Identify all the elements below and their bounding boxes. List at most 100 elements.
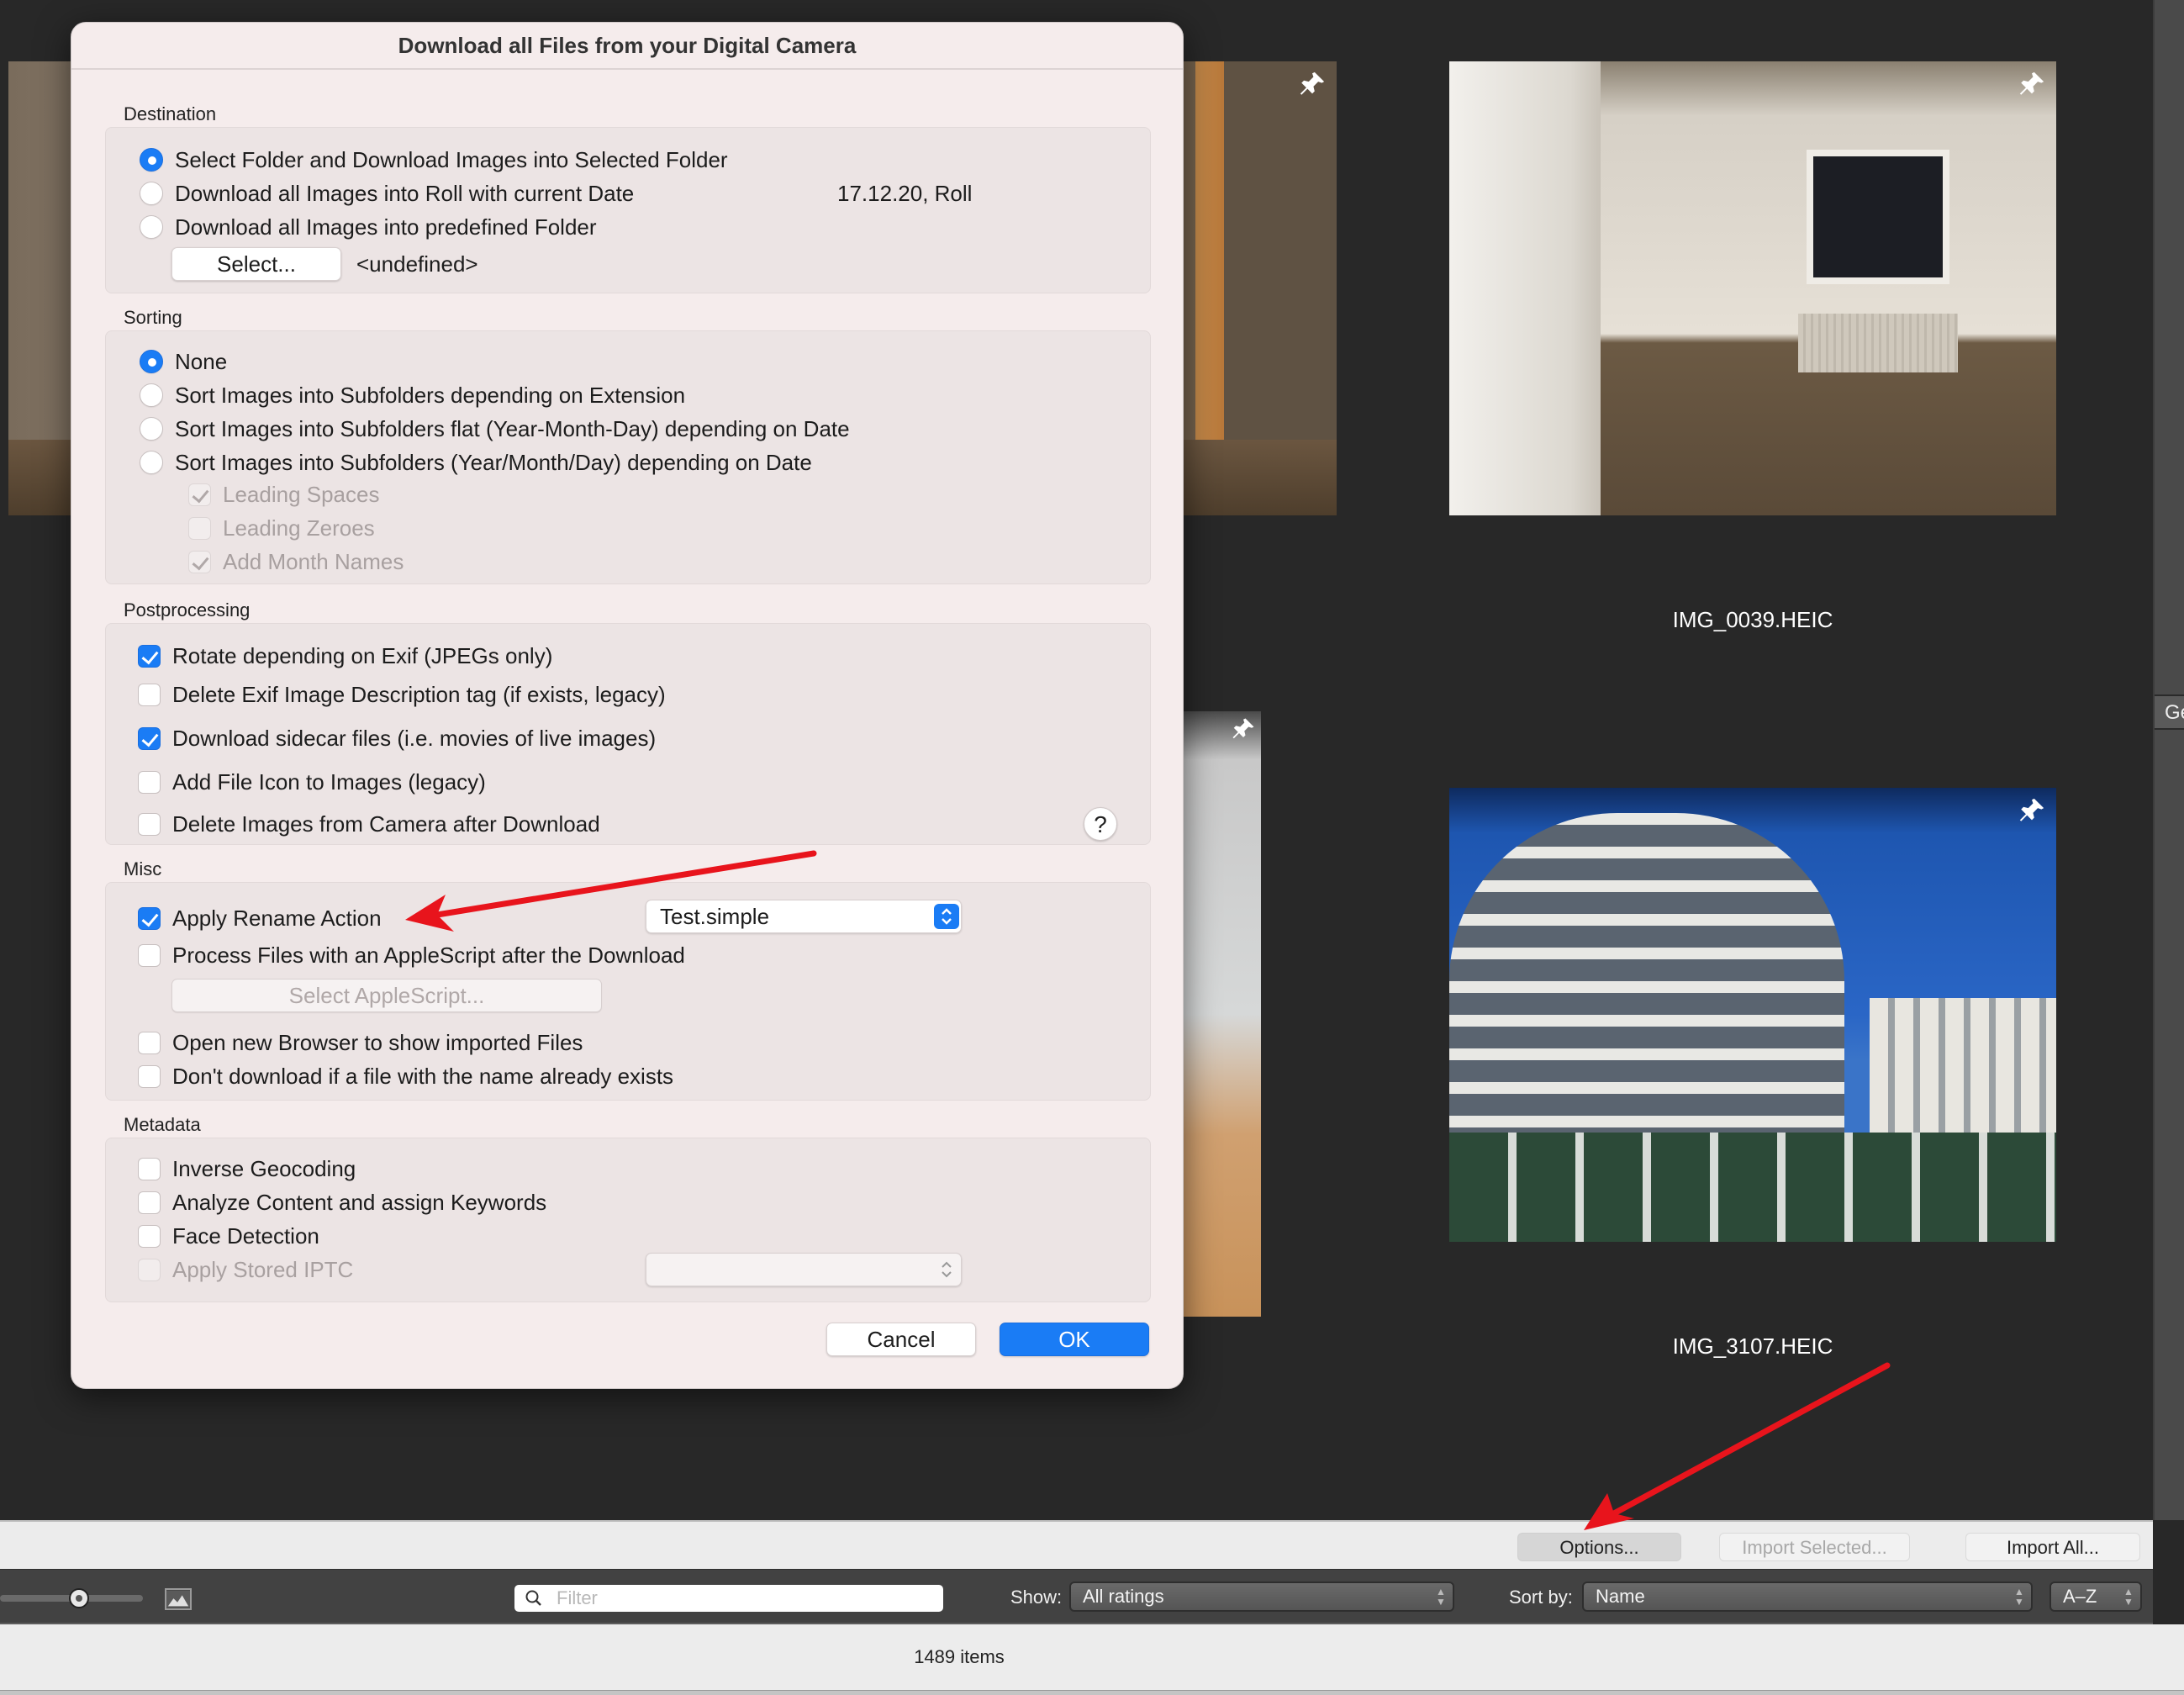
radio-sort-none[interactable]: None: [140, 346, 227, 377]
large-photo-icon[interactable]: [165, 1588, 192, 1610]
iptc-popup[interactable]: [646, 1253, 962, 1286]
radio-destination-roll[interactable]: Download all Images into Roll with curre…: [140, 178, 634, 209]
radio-button[interactable]: [140, 350, 163, 373]
checkbox[interactable]: [138, 812, 161, 836]
checkbox-label: Add File Icon to Images (legacy): [172, 768, 486, 795]
section-label-postprocessing: Postprocessing: [124, 599, 251, 620]
pin-icon[interactable]: [1231, 716, 1256, 742]
checkbox-process-applescript[interactable]: Process Files with an AppleScript after …: [138, 940, 685, 970]
sort-by-value: Name: [1596, 1586, 1645, 1607]
radio-button[interactable]: [140, 215, 163, 239]
metadata-group: Inverse Geocoding Analyze Content and as…: [105, 1138, 1151, 1302]
checkbox[interactable]: [138, 1224, 161, 1248]
select-applescript-button[interactable]: Select AppleScript...: [171, 979, 602, 1012]
checkbox[interactable]: [138, 683, 161, 706]
side-panel-tab[interactable]: Ge: [2155, 694, 2184, 730]
checkbox-delete-from-camera[interactable]: Delete Images from Camera after Download: [138, 809, 600, 839]
checkbox-skip-existing[interactable]: Don't download if a file with the name a…: [138, 1061, 673, 1091]
options-button[interactable]: Options...: [1517, 1533, 1681, 1561]
checkbox-face-detection[interactable]: Face Detection: [138, 1221, 319, 1251]
checkbox[interactable]: [138, 726, 161, 750]
checkbox-leading-zeroes[interactable]: Leading Zeroes: [188, 513, 375, 543]
checkbox-label: Inverse Geocoding: [172, 1155, 356, 1181]
checkbox-leading-spaces[interactable]: Leading Spaces: [188, 479, 379, 510]
checkbox-rotate-exif[interactable]: Rotate depending on Exif (JPEGs only): [138, 641, 552, 671]
checkbox[interactable]: [138, 1064, 161, 1088]
checkbox[interactable]: [138, 1157, 161, 1180]
radio-sort-flat-date[interactable]: Sort Images into Subfolders flat (Year-M…: [140, 414, 850, 444]
checkbox[interactable]: [188, 483, 211, 506]
checkbox-label: Process Files with an AppleScript after …: [172, 942, 685, 968]
checkbox-delete-exif-description[interactable]: Delete Exif Image Description tag (if ex…: [138, 679, 666, 710]
dialog-title: Download all Files from your Digital Cam…: [71, 23, 1183, 70]
pin-icon[interactable]: [2018, 796, 2046, 825]
filter-input[interactable]: [557, 1585, 926, 1612]
right-side-panel: Ge: [2153, 0, 2184, 1520]
section-label-misc: Misc: [124, 858, 162, 879]
radio-destination-select-folder[interactable]: Select Folder and Download Images into S…: [140, 145, 728, 175]
checkbox-inverse-geocoding[interactable]: Inverse Geocoding: [138, 1154, 356, 1184]
checkbox-add-month-names[interactable]: Add Month Names: [188, 547, 404, 577]
checkbox-label: Leading Zeroes: [223, 515, 375, 541]
checkbox[interactable]: [138, 943, 161, 967]
checkbox[interactable]: [138, 1258, 161, 1281]
checkbox-label: Leading Spaces: [223, 481, 380, 507]
checkbox[interactable]: [188, 516, 211, 540]
thumbnail[interactable]: [1449, 61, 2056, 515]
checkbox-apply-rename[interactable]: Apply Rename Action: [138, 903, 382, 933]
radio-sort-nested-date[interactable]: Sort Images into Subfolders (Year/Month/…: [140, 447, 812, 478]
radio-label: Sort Images into Subfolders flat (Year-M…: [175, 415, 850, 441]
radio-sort-extension[interactable]: Sort Images into Subfolders depending on…: [140, 380, 685, 410]
checkbox-label: Apply Stored IPTC: [172, 1256, 354, 1282]
checkbox-apply-stored-iptc[interactable]: Apply Stored IPTC: [138, 1254, 353, 1285]
pin-icon[interactable]: [2018, 70, 2046, 98]
status-bar: 1489 items: [0, 1624, 2184, 1690]
sort-by-popup[interactable]: Name ▲ ▼: [1582, 1581, 2033, 1612]
download-dialog: Download all Files from your Digital Cam…: [71, 22, 1184, 1389]
updown-arrows-icon: ▲ ▼: [2014, 1586, 2024, 1608]
slider-knob[interactable]: [69, 1588, 89, 1608]
destination-group: Select Folder and Download Images into S…: [105, 127, 1151, 293]
import-selected-button[interactable]: Import Selected...: [1719, 1533, 1910, 1561]
show-ratings-popup[interactable]: All ratings ▲ ▼: [1069, 1581, 1454, 1612]
checkbox-open-new-browser[interactable]: Open new Browser to show imported Files: [138, 1027, 583, 1058]
item-count: 1489 items: [914, 1646, 1005, 1667]
pin-icon[interactable]: [1298, 70, 1327, 98]
checkbox-label: Delete Exif Image Description tag (if ex…: [172, 681, 666, 707]
thumbnail[interactable]: [1449, 788, 2056, 1242]
radio-label: Download all Images into predefined Fold…: [175, 214, 597, 240]
search-icon: [525, 1589, 543, 1608]
select-folder-button[interactable]: Select...: [171, 247, 341, 281]
checkbox-download-sidecar[interactable]: Download sidecar files (i.e. movies of l…: [138, 723, 656, 753]
checkbox[interactable]: [188, 550, 211, 573]
checkbox[interactable]: [138, 1031, 161, 1054]
filter-field[interactable]: [514, 1585, 943, 1612]
checkbox-label: Open new Browser to show imported Files: [172, 1029, 583, 1055]
import-all-button[interactable]: Import All...: [1965, 1533, 2140, 1561]
checkbox[interactable]: [138, 1191, 161, 1214]
radio-button[interactable]: [140, 383, 163, 407]
checkbox-analyze-content[interactable]: Analyze Content and assign Keywords: [138, 1187, 546, 1217]
sort-order-popup[interactable]: A–Z ▲ ▼: [2049, 1581, 2142, 1612]
checkbox-add-file-icon[interactable]: Add File Icon to Images (legacy): [138, 767, 486, 797]
radio-button[interactable]: [140, 451, 163, 474]
checkbox[interactable]: [138, 644, 161, 668]
checkbox[interactable]: [138, 906, 161, 930]
section-label-destination: Destination: [124, 103, 217, 124]
radio-button[interactable]: [140, 148, 163, 172]
show-label: Show:: [1010, 1587, 1063, 1608]
thumbnail[interactable]: [1184, 711, 1261, 1317]
radio-button[interactable]: [140, 182, 163, 205]
checkbox[interactable]: [138, 770, 161, 794]
rename-action-popup[interactable]: Test.simple: [646, 900, 962, 933]
cancel-button[interactable]: Cancel: [826, 1323, 976, 1356]
radio-label: Sort Images into Subfolders depending on…: [175, 382, 686, 408]
sort-by-label: Sort by:: [1509, 1587, 1573, 1608]
radio-button[interactable]: [140, 417, 163, 441]
updown-chevron-icon: [934, 904, 959, 929]
checkbox-label: Apply Rename Action: [172, 905, 382, 931]
ok-button[interactable]: OK: [1000, 1323, 1149, 1356]
section-label-sorting: Sorting: [124, 307, 182, 328]
help-button[interactable]: ?: [1084, 807, 1117, 841]
radio-destination-predefined[interactable]: Download all Images into predefined Fold…: [140, 212, 597, 242]
